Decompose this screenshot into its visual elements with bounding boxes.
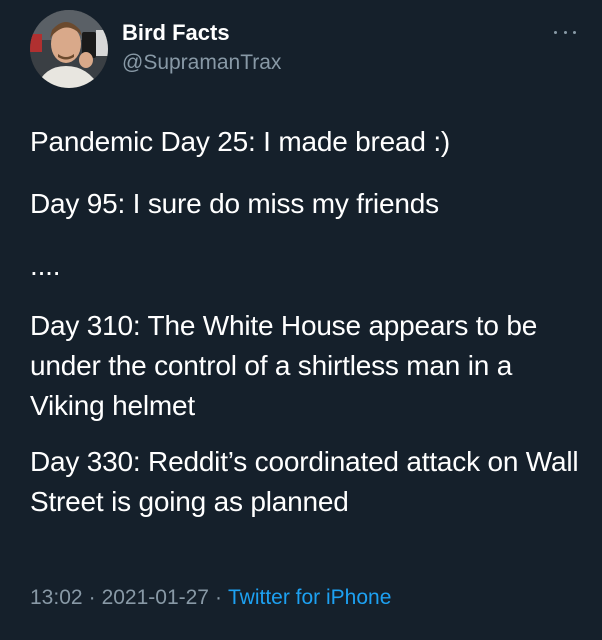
more-dot — [573, 30, 576, 34]
tweet-time[interactable]: 13:02 — [30, 586, 83, 609]
tweet-paragraph: .... — [30, 250, 61, 281]
tweet-metadata: 13:02 · 2021-01-27 · Twitter for iPhone — [30, 584, 391, 612]
tweet-paragraph: Day 330: Reddit’s coordinated attack on … — [30, 446, 579, 517]
tweet-paragraph: Day 310: The White House appears to be u… — [30, 310, 538, 421]
author-info[interactable]: Bird Facts @SupramanTrax — [122, 19, 281, 77]
more-dot — [563, 30, 567, 34]
avatar-photo — [30, 10, 108, 88]
author-name[interactable]: Bird Facts — [122, 19, 281, 47]
author-handle[interactable]: @SupramanTrax — [122, 49, 281, 77]
tweet-paragraph: Pandemic Day 25: I made bread :) — [30, 126, 451, 157]
tweet-paragraph: Day 95: I sure do miss my friends — [30, 188, 439, 219]
meta-separator: · — [88, 586, 96, 609]
more-options-icon[interactable] — [554, 26, 576, 38]
tweet-date[interactable]: 2021-01-27 — [102, 586, 209, 609]
tweet-card: Bird Facts @SupramanTrax Pandemic Day 25… — [0, 0, 602, 640]
tweet-text: Pandemic Day 25: I made bread :) Day 95:… — [30, 122, 582, 522]
avatar[interactable] — [30, 10, 108, 88]
more-dot — [554, 30, 557, 34]
meta-separator: · — [214, 586, 222, 609]
tweet-source-link[interactable]: Twitter for iPhone — [228, 586, 391, 609]
